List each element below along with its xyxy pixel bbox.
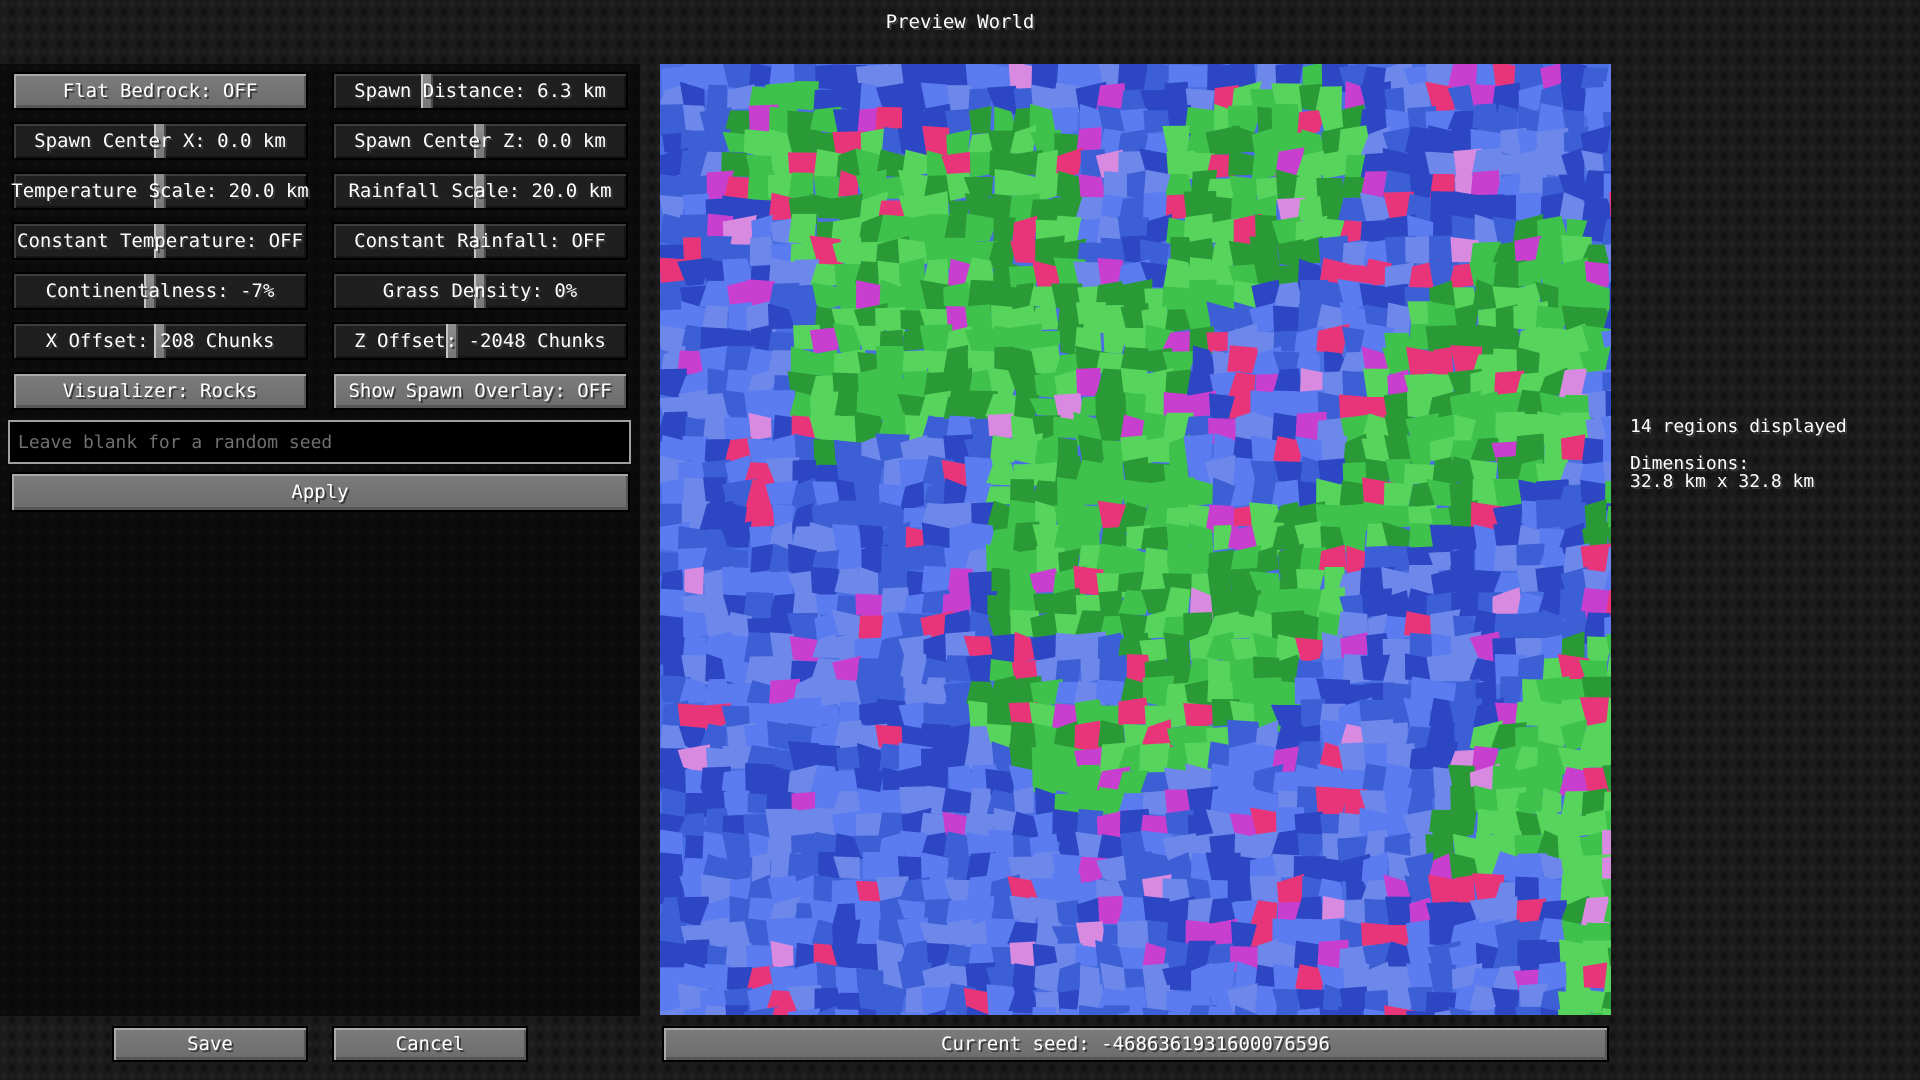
regions-count: 14 regions displayed — [1630, 416, 1847, 437]
spawn-center-z-slider[interactable]: Spawn Center Z: 0.0 km — [332, 122, 628, 160]
spawn-distance-label: Spawn Distance: 6.3 km — [354, 80, 606, 102]
continentalness-slider[interactable]: Continentalness: -7% — [12, 272, 308, 310]
x-offset-slider[interactable]: X Offset: 208 Chunks — [12, 322, 308, 360]
spawn-center-x-label: Spawn Center X: 0.0 km — [34, 130, 286, 152]
spawn-center-x-slider[interactable]: Spawn Center X: 0.0 km — [12, 122, 308, 160]
constant-temperature-slider[interactable]: Constant Temperature: OFF — [12, 222, 308, 260]
world-preview-canvas — [660, 64, 1611, 1015]
current-seed-label: Current seed: -4686361931600076596 — [941, 1033, 1330, 1055]
show-spawn-overlay-button[interactable]: Show Spawn Overlay: OFF — [332, 372, 628, 410]
apply-label: Apply — [291, 481, 349, 503]
flat-bedrock-button[interactable]: Flat Bedrock: OFF — [12, 72, 308, 110]
cancel-label: Cancel — [395, 1033, 465, 1055]
current-seed-bar[interactable]: Current seed: -4686361931600076596 — [662, 1026, 1609, 1062]
temperature-scale-slider[interactable]: Temperature Scale: 20.0 km — [11, 172, 309, 210]
spawn-center-z-label: Spawn Center Z: 0.0 km — [354, 130, 606, 152]
settings-panel: Flat Bedrock: OFF Spawn Distance: 6.3 km… — [0, 64, 640, 1016]
flat-bedrock-label: Flat Bedrock: OFF — [62, 80, 258, 102]
constant-rainfall-slider[interactable]: Constant Rainfall: OFF — [332, 222, 628, 260]
temperature-scale-label: Temperature Scale: 20.0 km — [11, 180, 309, 202]
save-button[interactable]: Save — [112, 1026, 308, 1062]
grass-density-slider[interactable]: Grass Density: 0% — [332, 272, 628, 310]
z-offset-label: Z Offset: -2048 Chunks — [354, 330, 606, 352]
rainfall-scale-slider[interactable]: Rainfall Scale: 20.0 km — [332, 172, 628, 210]
apply-button[interactable]: Apply — [10, 472, 630, 512]
visualizer-label: Visualizer: Rocks — [62, 380, 258, 402]
cancel-button[interactable]: Cancel — [332, 1026, 528, 1062]
constant-rainfall-label: Constant Rainfall: OFF — [354, 230, 606, 252]
rainfall-scale-label: Rainfall Scale: 20.0 km — [348, 180, 612, 202]
grass-density-label: Grass Density: 0% — [382, 280, 578, 302]
visualizer-button[interactable]: Visualizer: Rocks — [12, 372, 308, 410]
continentalness-label: Continentalness: -7% — [45, 280, 275, 302]
x-offset-label: X Offset: 208 Chunks — [45, 330, 275, 352]
page-title: Preview World — [885, 11, 1035, 33]
save-label: Save — [187, 1033, 233, 1055]
show-spawn-overlay-label: Show Spawn Overlay: OFF — [348, 380, 612, 402]
dimensions-value: 32.8 km x 32.8 km — [1630, 471, 1815, 492]
world-preview-map[interactable] — [660, 64, 1611, 1015]
spawn-distance-slider[interactable]: Spawn Distance: 6.3 km — [332, 72, 628, 110]
z-offset-slider[interactable]: Z Offset: -2048 Chunks — [332, 322, 628, 360]
seed-input[interactable] — [8, 420, 631, 464]
constant-temperature-label: Constant Temperature: OFF — [17, 230, 303, 252]
